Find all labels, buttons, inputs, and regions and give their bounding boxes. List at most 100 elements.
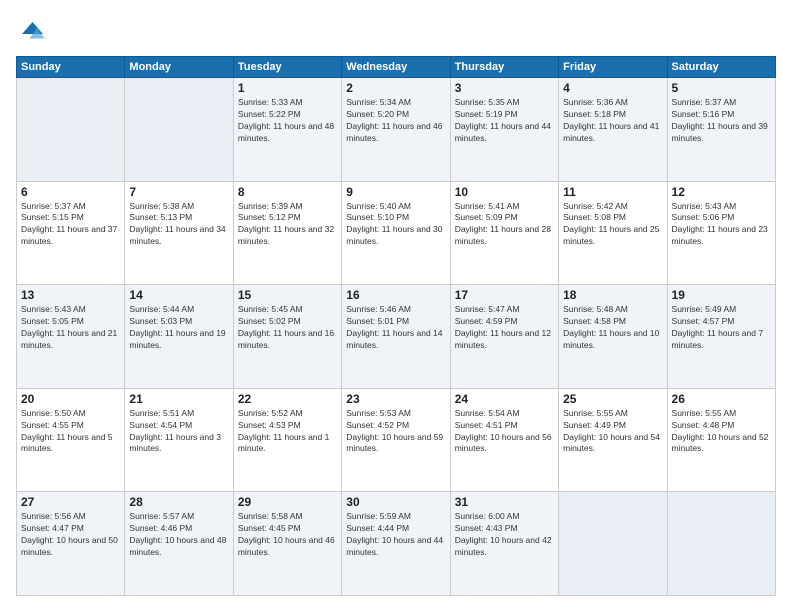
calendar-week-row: 13 Sunrise: 5:43 AM Sunset: 5:05 PM Dayli… [17, 285, 776, 389]
day-number: 17 [455, 288, 554, 302]
day-info: Sunrise: 5:42 AM Sunset: 5:08 PM Dayligh… [563, 201, 662, 249]
day-number: 18 [563, 288, 662, 302]
header [16, 16, 776, 46]
day-number: 3 [455, 81, 554, 95]
day-info: Sunrise: 5:35 AM Sunset: 5:19 PM Dayligh… [455, 97, 554, 145]
calendar-cell [125, 78, 233, 182]
weekday-header-wednesday: Wednesday [342, 57, 450, 78]
day-number: 11 [563, 185, 662, 199]
day-info: Sunrise: 5:44 AM Sunset: 5:03 PM Dayligh… [129, 304, 228, 352]
calendar-cell: 24Sunrise: 5:54 AM Sunset: 4:51 PM Dayli… [450, 388, 558, 492]
calendar-cell [667, 492, 775, 596]
day-info: Sunrise: 5:50 AM Sunset: 4:55 PM Dayligh… [21, 408, 120, 456]
day-info: Sunrise: 5:56 AM Sunset: 4:47 PM Dayligh… [21, 511, 120, 559]
weekday-header-saturday: Saturday [667, 57, 775, 78]
calendar-cell: 25 Sunrise: 5:55 AM Sunset: 4:49 PM Dayli… [559, 388, 667, 492]
day-number: 29 [238, 495, 337, 509]
weekday-header-sunday: Sunday [17, 57, 125, 78]
page: SundayMondayTuesdayWednesdayThursdayFrid… [0, 0, 792, 612]
day-info: Sunrise: 5:41 AM Sunset: 5:09 PM Dayligh… [455, 201, 554, 249]
day-number: 8 [238, 185, 337, 199]
calendar-cell: 7Sunrise: 5:38 AM Sunset: 5:13 PM Daylig… [125, 181, 233, 285]
calendar-cell: 28Sunrise: 5:57 AM Sunset: 4:46 PM Dayli… [125, 492, 233, 596]
calendar-cell: 10 Sunrise: 5:41 AM Sunset: 5:09 PM Dayli… [450, 181, 558, 285]
day-info: Sunrise: 5:48 AM Sunset: 4:58 PM Dayligh… [563, 304, 662, 352]
day-number: 10 [455, 185, 554, 199]
logo-icon [16, 16, 46, 46]
day-number: 12 [672, 185, 771, 199]
day-info: Sunrise: 5:51 AM Sunset: 4:54 PM Dayligh… [129, 408, 228, 456]
day-info: Sunrise: 5:58 AM Sunset: 4:45 PM Dayligh… [238, 511, 337, 559]
day-number: 20 [21, 392, 120, 406]
calendar-cell: 9 Sunrise: 5:40 AM Sunset: 5:10 PM Daylig… [342, 181, 450, 285]
day-info: Sunrise: 5:45 AM Sunset: 5:02 PM Dayligh… [238, 304, 337, 352]
calendar-cell: 1 Sunrise: 5:33 AM Sunset: 5:22 PM Daylig… [233, 78, 341, 182]
day-number: 9 [346, 185, 445, 199]
day-info: Sunrise: 5:43 AM Sunset: 5:06 PM Dayligh… [672, 201, 771, 249]
day-info: Sunrise: 5:34 AM Sunset: 5:20 PM Dayligh… [346, 97, 445, 145]
day-number: 27 [21, 495, 120, 509]
day-number: 1 [238, 81, 337, 95]
calendar-week-row: 1 Sunrise: 5:33 AM Sunset: 5:22 PM Daylig… [17, 78, 776, 182]
day-number: 6 [21, 185, 120, 199]
day-info: Sunrise: 5:33 AM Sunset: 5:22 PM Dayligh… [238, 97, 337, 145]
day-number: 28 [129, 495, 228, 509]
calendar-cell: 26 Sunrise: 5:55 AM Sunset: 4:48 PM Dayli… [667, 388, 775, 492]
calendar-cell: 15Sunrise: 5:45 AM Sunset: 5:02 PM Dayli… [233, 285, 341, 389]
calendar-week-row: 6 Sunrise: 5:37 AM Sunset: 5:15 PM Daylig… [17, 181, 776, 285]
calendar-cell: 16 Sunrise: 5:46 AM Sunset: 5:01 PM Dayli… [342, 285, 450, 389]
calendar-week-row: 20 Sunrise: 5:50 AM Sunset: 4:55 PM Dayli… [17, 388, 776, 492]
calendar-cell: 20 Sunrise: 5:50 AM Sunset: 4:55 PM Dayli… [17, 388, 125, 492]
calendar-cell: 29 Sunrise: 5:58 AM Sunset: 4:45 PM Dayli… [233, 492, 341, 596]
calendar-cell: 12 Sunrise: 5:43 AM Sunset: 5:06 PM Dayli… [667, 181, 775, 285]
day-info: Sunrise: 5:47 AM Sunset: 4:59 PM Dayligh… [455, 304, 554, 352]
calendar-table: SundayMondayTuesdayWednesdayThursdayFrid… [16, 56, 776, 596]
day-number: 23 [346, 392, 445, 406]
day-number: 22 [238, 392, 337, 406]
day-info: Sunrise: 5:37 AM Sunset: 5:16 PM Dayligh… [672, 97, 771, 145]
calendar-cell: 5Sunrise: 5:37 AM Sunset: 5:16 PM Daylig… [667, 78, 775, 182]
day-info: Sunrise: 5:40 AM Sunset: 5:10 PM Dayligh… [346, 201, 445, 249]
weekday-header-friday: Friday [559, 57, 667, 78]
day-info: Sunrise: 5:36 AM Sunset: 5:18 PM Dayligh… [563, 97, 662, 145]
calendar-cell: 11 Sunrise: 5:42 AM Sunset: 5:08 PM Dayli… [559, 181, 667, 285]
day-info: Sunrise: 5:46 AM Sunset: 5:01 PM Dayligh… [346, 304, 445, 352]
calendar-cell: 8 Sunrise: 5:39 AM Sunset: 5:12 PM Daylig… [233, 181, 341, 285]
weekday-header-monday: Monday [125, 57, 233, 78]
day-number: 26 [672, 392, 771, 406]
calendar-cell: 18 Sunrise: 5:48 AM Sunset: 4:58 PM Dayli… [559, 285, 667, 389]
calendar-cell: 30 Sunrise: 5:59 AM Sunset: 4:44 PM Dayli… [342, 492, 450, 596]
day-number: 13 [21, 288, 120, 302]
logo [16, 16, 50, 46]
weekday-header-thursday: Thursday [450, 57, 558, 78]
day-number: 21 [129, 392, 228, 406]
day-info: Sunrise: 5:52 AM Sunset: 4:53 PM Dayligh… [238, 408, 337, 456]
calendar-cell: 23 Sunrise: 5:53 AM Sunset: 4:52 PM Dayli… [342, 388, 450, 492]
calendar-cell: 13 Sunrise: 5:43 AM Sunset: 5:05 PM Dayli… [17, 285, 125, 389]
calendar-cell: 21 Sunrise: 5:51 AM Sunset: 4:54 PM Dayli… [125, 388, 233, 492]
calendar-cell [17, 78, 125, 182]
day-number: 31 [455, 495, 554, 509]
calendar-cell: 6 Sunrise: 5:37 AM Sunset: 5:15 PM Daylig… [17, 181, 125, 285]
day-info: Sunrise: 5:53 AM Sunset: 4:52 PM Dayligh… [346, 408, 445, 456]
day-info: Sunrise: 5:55 AM Sunset: 4:48 PM Dayligh… [672, 408, 771, 456]
day-info: Sunrise: 5:38 AM Sunset: 5:13 PM Dayligh… [129, 201, 228, 249]
calendar-week-row: 27 Sunrise: 5:56 AM Sunset: 4:47 PM Dayli… [17, 492, 776, 596]
day-number: 16 [346, 288, 445, 302]
day-number: 25 [563, 392, 662, 406]
calendar-cell: 4 Sunrise: 5:36 AM Sunset: 5:18 PM Daylig… [559, 78, 667, 182]
day-info: Sunrise: 5:59 AM Sunset: 4:44 PM Dayligh… [346, 511, 445, 559]
weekday-header-tuesday: Tuesday [233, 57, 341, 78]
day-number: 24 [455, 392, 554, 406]
calendar-cell: 31 Sunrise: 6:00 AM Sunset: 4:43 PM Dayli… [450, 492, 558, 596]
day-info: Sunrise: 5:39 AM Sunset: 5:12 PM Dayligh… [238, 201, 337, 249]
day-number: 4 [563, 81, 662, 95]
day-info: Sunrise: 6:00 AM Sunset: 4:43 PM Dayligh… [455, 511, 554, 559]
calendar-cell: 17 Sunrise: 5:47 AM Sunset: 4:59 PM Dayli… [450, 285, 558, 389]
day-number: 30 [346, 495, 445, 509]
day-info: Sunrise: 5:55 AM Sunset: 4:49 PM Dayligh… [563, 408, 662, 456]
day-info: Sunrise: 5:43 AM Sunset: 5:05 PM Dayligh… [21, 304, 120, 352]
calendar-cell: 22 Sunrise: 5:52 AM Sunset: 4:53 PM Dayli… [233, 388, 341, 492]
calendar-header-row: SundayMondayTuesdayWednesdayThursdayFrid… [17, 57, 776, 78]
day-info: Sunrise: 5:37 AM Sunset: 5:15 PM Dayligh… [21, 201, 120, 249]
